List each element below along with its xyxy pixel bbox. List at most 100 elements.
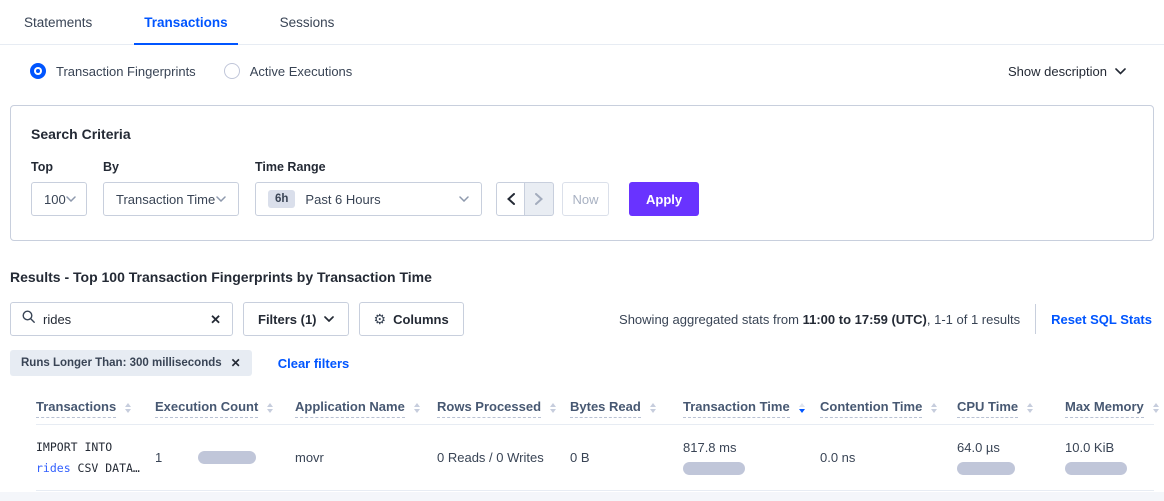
radio-transaction-fingerprints[interactable]: Transaction Fingerprints <box>30 63 196 79</box>
rows-processed-cell: 0 Reads / 0 Writes <box>437 450 570 465</box>
tab-statements[interactable]: Statements <box>14 0 102 44</box>
active-filters-row: Runs Longer Than: 300 milliseconds ✕ Cle… <box>10 350 1154 376</box>
chevron-down-icon <box>1115 68 1126 75</box>
column-header-cpu-time[interactable]: CPU Time <box>957 399 1065 418</box>
execution-count-value: 1 <box>155 450 162 465</box>
time-window-arrows <box>496 182 554 216</box>
results-search-box[interactable]: ✕ <box>10 302 233 336</box>
search-match-highlight: rides <box>36 461 71 475</box>
results-section: Results - Top 100 Transaction Fingerprin… <box>0 269 1164 491</box>
transaction-time-value: 817.8 ms <box>683 440 820 455</box>
top-select-value: 100 <box>44 192 66 207</box>
by-select-value: Transaction Time <box>116 192 216 207</box>
filters-button-label: Filters (1) <box>258 312 317 327</box>
chevron-down-icon <box>459 196 469 202</box>
sort-icon <box>550 403 556 413</box>
chevron-down-icon <box>66 196 76 202</box>
top-select[interactable]: 100 <box>31 182 87 216</box>
gear-icon: ⚙ <box>374 311 387 328</box>
sort-icon <box>1153 403 1159 413</box>
column-header-transaction-time[interactable]: Transaction Time <box>683 399 820 418</box>
transactions-table: Transactions Execution Count Application… <box>10 392 1154 491</box>
contention-time-cell: 0.0 ns <box>820 450 957 465</box>
sql-line-1: IMPORT INTO <box>36 437 155 458</box>
max-memory-bar <box>1065 462 1127 475</box>
reset-sql-stats-link[interactable]: Reset SQL Stats <box>1051 312 1152 327</box>
application-name-cell: movr <box>295 450 437 465</box>
view-toggle-row: Transaction Fingerprints Active Executio… <box>0 45 1164 97</box>
aggregated-stats-text: Showing aggregated stats from 11:00 to 1… <box>619 312 1020 327</box>
clear-search-icon[interactable]: ✕ <box>210 313 221 326</box>
max-memory-cell: 10.0 KiB <box>1065 440 1164 475</box>
time-range-field: Time Range 6h Past 6 Hours <box>255 160 482 216</box>
time-range-value: Past 6 Hours <box>305 192 459 207</box>
search-icon <box>22 310 35 328</box>
filter-tag-label: Runs Longer Than: 300 milliseconds <box>21 357 222 369</box>
sort-icon <box>125 403 131 413</box>
filter-tag-runs-longer-than[interactable]: Runs Longer Than: 300 milliseconds ✕ <box>10 350 252 376</box>
sql-line-2: rides CSV DATA… <box>36 458 155 479</box>
sort-icon <box>931 403 937 413</box>
time-range-select[interactable]: 6h Past 6 Hours <box>255 182 482 216</box>
top-label: Top <box>31 160 87 174</box>
transaction-fingerprint-link[interactable]: IMPORT INTO rides CSV DATA… <box>36 437 155 478</box>
sort-icon <box>267 403 273 413</box>
column-header-application-name[interactable]: Application Name <box>295 399 437 418</box>
column-header-bytes-read[interactable]: Bytes Read <box>570 399 683 418</box>
filters-button[interactable]: Filters (1) <box>243 302 349 336</box>
toolbar-divider <box>1035 304 1036 334</box>
column-header-rows-processed[interactable]: Rows Processed <box>437 399 570 418</box>
now-button[interactable]: Now <box>562 182 609 216</box>
table-row: IMPORT INTO rides CSV DATA… 1 movr 0 Rea… <box>36 425 1154 491</box>
tab-sessions[interactable]: Sessions <box>270 0 345 44</box>
apply-button[interactable]: Apply <box>629 182 699 216</box>
execution-count-bar <box>198 451 256 464</box>
by-field: By Transaction Time <box>103 160 239 216</box>
columns-button-label: Columns <box>393 312 449 327</box>
time-range-badge: 6h <box>268 190 295 208</box>
sort-icon <box>414 403 420 413</box>
results-heading: Results - Top 100 Transaction Fingerprin… <box>10 269 1154 285</box>
tab-transactions[interactable]: Transactions <box>134 0 237 44</box>
columns-button[interactable]: ⚙ Columns <box>359 302 464 336</box>
bytes-read-cell: 0 B <box>570 450 683 465</box>
column-header-contention-time[interactable]: Contention Time <box>820 399 957 418</box>
chevron-left-icon <box>507 193 515 205</box>
radio-label: Transaction Fingerprints <box>56 64 196 79</box>
time-range-label: Time Range <box>255 160 482 174</box>
chevron-down-icon <box>324 316 334 322</box>
cpu-time-cell: 64.0 µs <box>957 440 1065 475</box>
radio-active-executions[interactable]: Active Executions <box>224 63 353 79</box>
show-description-toggle[interactable]: Show description <box>1008 64 1126 79</box>
results-toolbar: ✕ Filters (1) ⚙ Columns Showing aggregat… <box>10 302 1154 336</box>
cpu-time-bar <box>957 462 1015 475</box>
cpu-time-value: 64.0 µs <box>957 440 1065 455</box>
transaction-time-bar <box>683 462 745 475</box>
sort-icon <box>1027 403 1033 413</box>
chevron-down-icon <box>216 196 226 202</box>
page-bottom-gutter <box>0 492 1164 501</box>
execution-count-cell: 1 <box>155 450 295 465</box>
search-criteria-title: Search Criteria <box>31 126 1133 142</box>
search-input[interactable] <box>43 312 210 327</box>
radio-unselected-icon <box>224 63 240 79</box>
column-header-execution-count[interactable]: Execution Count <box>155 399 295 418</box>
clear-filters-link[interactable]: Clear filters <box>278 356 350 371</box>
top-field: Top 100 <box>31 160 87 216</box>
stats-time-range: 11:00 to 17:59 (UTC) <box>803 312 927 327</box>
radio-label: Active Executions <box>250 64 353 79</box>
page-tabs: Statements Transactions Sessions <box>0 0 1164 45</box>
previous-time-window-button[interactable] <box>496 182 525 216</box>
chevron-right-icon <box>535 193 543 205</box>
search-criteria-card: Search Criteria Top 100 By Transaction T… <box>10 105 1154 241</box>
by-select[interactable]: Transaction Time <box>103 182 239 216</box>
by-label: By <box>103 160 239 174</box>
max-memory-value: 10.0 KiB <box>1065 440 1164 455</box>
radio-selected-icon <box>30 63 46 79</box>
transaction-time-cell: 817.8 ms <box>683 440 820 475</box>
remove-filter-icon[interactable]: ✕ <box>231 357 241 369</box>
next-time-window-button[interactable] <box>525 182 554 216</box>
sort-icon-descending-active <box>799 403 805 413</box>
column-header-transactions[interactable]: Transactions <box>36 399 155 418</box>
column-header-max-memory[interactable]: Max Memory <box>1065 399 1164 418</box>
